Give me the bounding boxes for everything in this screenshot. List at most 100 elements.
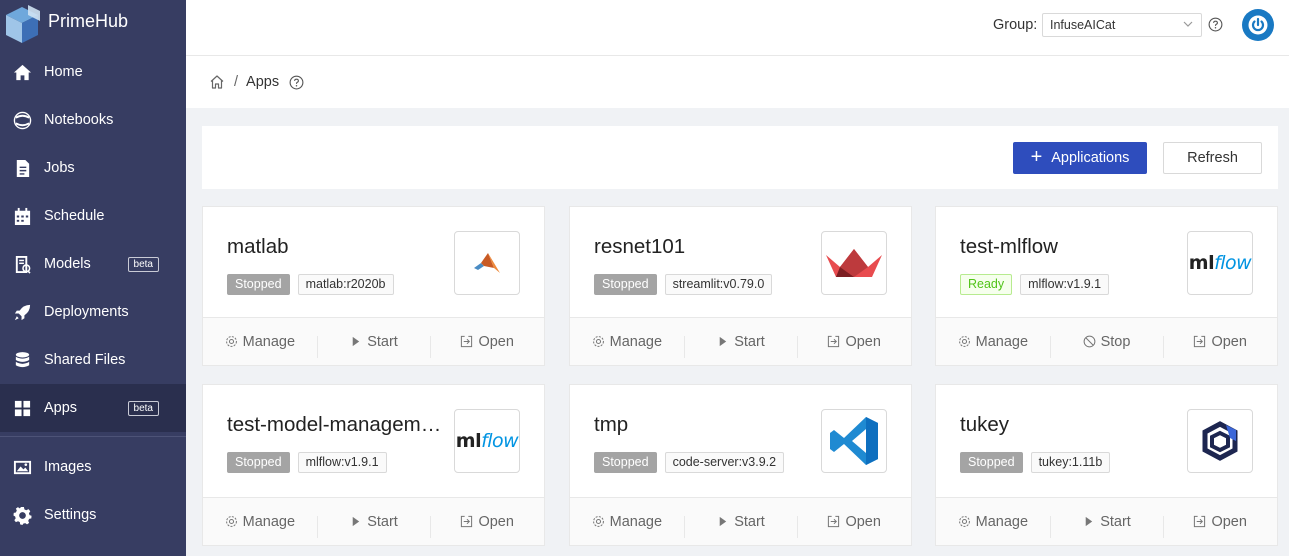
manage-button[interactable]: Manage — [570, 334, 684, 350]
open-icon — [828, 335, 840, 348]
image-tag: code-server:v3.9.2 — [664, 452, 785, 473]
help-icon[interactable] — [289, 75, 304, 90]
play-icon — [352, 336, 360, 347]
gear-icon — [592, 516, 604, 527]
open-button[interactable]: Open — [797, 514, 911, 538]
home-icon — [12, 62, 32, 82]
sidebar-divider — [0, 436, 186, 437]
start-button[interactable]: Start — [683, 334, 798, 358]
open-label: Open — [478, 333, 514, 350]
sidebar-item-notebooks[interactable]: Notebooks — [0, 96, 186, 144]
gear-icon — [592, 336, 604, 347]
sidebar-item-jobs[interactable]: Jobs — [0, 144, 186, 192]
refresh-button[interactable]: Refresh — [1163, 142, 1262, 174]
play-icon — [719, 516, 727, 527]
gear-icon — [12, 505, 32, 525]
user-avatar-button[interactable] — [1242, 9, 1274, 41]
sidebar-item-label: Apps — [44, 400, 78, 416]
sidebar-item-apps[interactable]: Apps beta — [0, 384, 186, 432]
mlflow-ml-text: ml — [1188, 252, 1215, 274]
manage-label: Manage — [975, 333, 1029, 350]
home-icon[interactable] — [209, 74, 225, 90]
sidebar-item-schedule[interactable]: Schedule — [0, 192, 186, 240]
status-badge: Stopped — [227, 452, 290, 473]
open-button[interactable]: Open — [797, 334, 911, 358]
power-icon — [1248, 15, 1268, 35]
app-name: PrimeHub — [48, 10, 129, 31]
plus-icon: + — [1030, 146, 1043, 168]
start-button[interactable]: Start — [1049, 514, 1164, 538]
stop-label: Stop — [1100, 333, 1131, 350]
tukey-logo — [1187, 409, 1253, 473]
sidebar-item-label: Deployments — [44, 304, 129, 320]
open-icon — [1194, 515, 1206, 528]
app-card: test-model-management Stopped mlflow:v1.9… — [202, 384, 545, 546]
app-card: matlab Stopped matlab:r2020b Manage Start… — [202, 206, 545, 366]
sidebar-item-label: Jobs — [44, 160, 75, 176]
breadcrumb: / Apps — [186, 56, 1289, 108]
help-icon[interactable] — [1208, 17, 1223, 32]
manage-label: Manage — [609, 333, 663, 350]
group-select[interactable]: InfuseAICat — [1042, 13, 1202, 37]
open-button[interactable]: Open — [430, 514, 544, 538]
image-tag: mlflow:v1.9.1 — [1020, 274, 1110, 295]
apps-toolbar: + Applications Refresh — [202, 126, 1278, 189]
play-icon — [1085, 516, 1093, 527]
manage-label: Manage — [242, 333, 296, 350]
manage-button[interactable]: Manage — [570, 514, 684, 530]
sidebar-item-label: Schedule — [44, 208, 105, 224]
beta-badge: beta — [127, 401, 159, 416]
status-badge: Ready — [960, 274, 1013, 295]
group-label: Group: — [993, 17, 1038, 33]
app-name: tukey — [960, 413, 1009, 436]
chevron-down-icon — [1183, 21, 1193, 27]
open-button[interactable]: Open — [430, 333, 544, 358]
start-button[interactable]: Start — [316, 513, 431, 538]
start-label: Start — [367, 513, 398, 530]
manage-label: Manage — [975, 513, 1029, 530]
breadcrumb-current: Apps — [246, 74, 280, 90]
status-badge: Stopped — [227, 274, 290, 295]
manage-button[interactable]: Manage — [203, 334, 317, 350]
manage-button[interactable]: Manage — [936, 514, 1050, 530]
open-icon — [461, 335, 473, 348]
sidebar-item-shared-files[interactable]: Shared Files — [0, 336, 186, 384]
open-icon — [461, 515, 473, 528]
manage-label: Manage — [609, 513, 663, 530]
mlflow-flow-text: flow — [1214, 252, 1252, 274]
app-card: test-mlflow Ready mlflow:v1.9.1 mlflow Ma… — [935, 206, 1278, 366]
manage-button[interactable]: Manage — [936, 334, 1050, 350]
stop-button[interactable]: Stop — [1049, 333, 1164, 358]
open-label: Open — [1211, 513, 1247, 530]
sidebar-item-images[interactable]: Images — [0, 443, 186, 491]
play-icon — [719, 336, 727, 347]
app-card: tukey Stopped tukey:1.11b Manage Start Op… — [935, 384, 1278, 546]
start-label: Start — [367, 333, 398, 350]
gear-icon — [225, 336, 237, 347]
mlflow-flow-text: flow — [481, 430, 519, 452]
sidebar-item-label: Home — [44, 64, 83, 80]
mlflow-logo: mlflow — [454, 409, 520, 473]
matlab-logo — [454, 231, 520, 295]
start-button[interactable]: Start — [316, 333, 431, 358]
top-header: Group: InfuseAICat — [186, 0, 1289, 56]
brand[interactable]: PrimeHub — [0, 0, 186, 48]
sidebar-item-models[interactable]: Models beta — [0, 240, 186, 288]
play-icon — [352, 516, 360, 527]
sidebar-item-home[interactable]: Home — [0, 48, 186, 96]
sidebar-item-settings[interactable]: Settings — [0, 491, 186, 539]
sidebar-item-label: Models — [44, 256, 91, 272]
open-button[interactable]: Open — [1163, 513, 1277, 538]
vscode-logo — [821, 409, 887, 473]
start-button[interactable]: Start — [683, 514, 798, 538]
image-icon — [12, 457, 32, 477]
refresh-label: Refresh — [1187, 150, 1238, 166]
beta-badge: beta — [127, 257, 159, 272]
open-button[interactable]: Open — [1163, 334, 1277, 358]
status-badge: Stopped — [594, 274, 657, 295]
manage-button[interactable]: Manage — [203, 514, 317, 530]
apps-icon — [12, 398, 32, 418]
sidebar-item-deployments[interactable]: Deployments — [0, 288, 186, 336]
add-application-button[interactable]: + Applications — [1013, 142, 1147, 174]
calendar-icon — [12, 206, 32, 226]
